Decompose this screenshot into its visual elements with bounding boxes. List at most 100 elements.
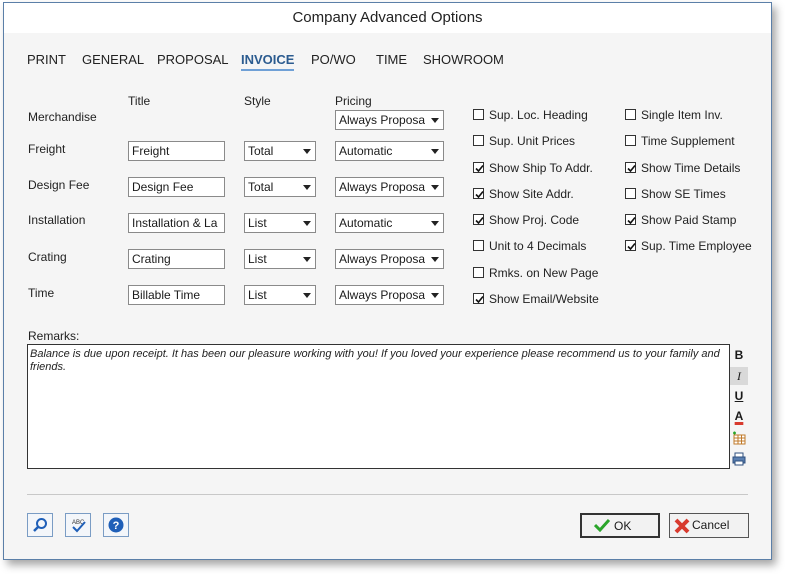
checked-icon[interactable] (473, 188, 484, 199)
unchecked-icon[interactable] (625, 188, 636, 199)
crating-pricing-select[interactable]: Always Proposa (335, 249, 444, 269)
ok-label: OK (614, 519, 632, 533)
cancel-button[interactable]: Cancel (669, 513, 749, 538)
checked-icon[interactable] (473, 214, 484, 225)
design-fee-style-select[interactable]: Total (244, 177, 316, 197)
design-fee-style-value: Total (248, 180, 274, 194)
crating-pricing-value: Always Proposa (339, 252, 425, 266)
checked-icon[interactable] (473, 293, 484, 304)
option-label: Show Email/Website (489, 292, 599, 306)
option-label: Show SE Times (641, 187, 726, 201)
svg-text:?: ? (113, 520, 120, 532)
option-label: Show Time Details (641, 161, 741, 175)
unchecked-icon[interactable] (473, 109, 484, 120)
design-fee-title-input[interactable]: Design Fee (128, 177, 225, 197)
search-icon (33, 518, 47, 532)
chevron-down-icon (428, 286, 443, 304)
remarks-textarea[interactable]: Balance is due upon receipt. It has been… (27, 344, 730, 469)
installation-style-value: List (248, 216, 267, 230)
time-style-select[interactable]: List (244, 285, 316, 305)
option-label: Show Paid Stamp (641, 213, 737, 227)
row-label-freight: Freight (28, 142, 66, 156)
installation-pricing-value: Automatic (339, 216, 393, 230)
remarks-label: Remarks: (28, 329, 80, 343)
spellcheck-icon: ABC (72, 520, 86, 533)
italic-button[interactable]: I (730, 367, 748, 385)
spellcheck-button[interactable]: ABC (65, 513, 91, 537)
help-button[interactable]: ? (103, 513, 129, 537)
row-label-crating: Crating (28, 250, 67, 264)
insert-table-button[interactable] (730, 429, 748, 447)
cancel-x-icon (674, 518, 690, 534)
unchecked-icon[interactable] (625, 109, 636, 120)
freight-pricing-select[interactable]: Automatic (335, 141, 444, 161)
ok-button[interactable]: OK (580, 513, 660, 538)
column-header-style: Style (244, 94, 271, 108)
chevron-down-icon (300, 142, 315, 160)
footer-separator (27, 494, 748, 495)
option-label: Rmks. on New Page (489, 266, 599, 280)
tab-general[interactable]: GENERAL (82, 52, 144, 67)
option-label: Unit to 4 Decimals (489, 239, 587, 253)
option-label: Show Proj. Code (489, 213, 580, 227)
option-label: Show Site Addr. (489, 187, 574, 201)
option-label: Time Supplement (641, 134, 735, 148)
design-fee-pricing-select[interactable]: Always Proposa (335, 177, 444, 197)
crating-style-select[interactable]: List (244, 249, 316, 269)
cancel-label: Cancel (692, 518, 730, 532)
chevron-down-icon (300, 286, 315, 304)
installation-pricing-select[interactable]: Automatic (335, 213, 444, 233)
crating-title-input[interactable]: Crating (128, 249, 225, 269)
installation-style-select[interactable]: List (244, 213, 316, 233)
tab-invoice[interactable]: INVOICE (241, 52, 295, 71)
tab-print[interactable]: PRINT (27, 52, 66, 67)
unchecked-icon[interactable] (473, 135, 484, 146)
chevron-down-icon (428, 214, 443, 232)
chevron-down-icon (428, 178, 443, 196)
freight-style-select[interactable]: Total (244, 141, 316, 161)
window-title: Company Advanced Options (4, 3, 771, 33)
checked-icon[interactable] (473, 162, 484, 173)
time-style-value: List (248, 288, 267, 302)
freight-pricing-value: Automatic (339, 144, 393, 158)
insert-table-icon (733, 431, 746, 445)
time-pricing-value: Always Proposa (339, 288, 425, 302)
time-title-input[interactable]: Billable Time (128, 285, 225, 305)
merchandise-pricing-select[interactable]: Always Proposa (335, 110, 444, 130)
time-pricing-select[interactable]: Always Proposa (335, 285, 444, 305)
underline-button[interactable]: U (730, 387, 748, 405)
chevron-down-icon (428, 111, 443, 129)
bold-button[interactable]: B (730, 346, 748, 364)
checked-icon[interactable] (625, 240, 636, 251)
company-advanced-options-dialog: Company Advanced Options PRINT GENERAL P… (3, 2, 772, 560)
row-label-time: Time (28, 286, 55, 300)
chevron-down-icon (428, 142, 443, 160)
ok-check-icon (594, 518, 610, 532)
tab-po-wo[interactable]: PO/WO (311, 52, 356, 67)
checked-icon[interactable] (625, 214, 636, 225)
unchecked-icon[interactable] (625, 135, 636, 146)
print-icon (732, 452, 746, 466)
print-button[interactable] (730, 450, 748, 468)
tab-proposal[interactable]: PROPOSAL (157, 52, 229, 67)
freight-style-value: Total (248, 144, 274, 158)
column-header-pricing: Pricing (335, 94, 372, 108)
option-label: Sup. Loc. Heading (489, 108, 588, 122)
help-icon: ? (108, 517, 124, 533)
unchecked-icon[interactable] (473, 267, 484, 278)
tab-time[interactable]: TIME (376, 52, 407, 67)
chevron-down-icon (300, 178, 315, 196)
chevron-down-icon (300, 214, 315, 232)
chevron-down-icon (428, 250, 443, 268)
unchecked-icon[interactable] (473, 240, 484, 251)
checked-icon[interactable] (625, 162, 636, 173)
font-color-button[interactable]: A (730, 407, 748, 425)
freight-title-input[interactable]: Freight (128, 141, 225, 161)
design-fee-pricing-value: Always Proposa (339, 180, 425, 194)
option-label: Sup. Time Employee (641, 239, 752, 253)
search-button[interactable] (27, 513, 53, 537)
row-label-design-fee: Design Fee (28, 178, 90, 192)
installation-title-input[interactable]: Installation & La (128, 213, 225, 233)
crating-style-value: List (248, 252, 267, 266)
tab-showroom[interactable]: SHOWROOM (423, 52, 504, 67)
